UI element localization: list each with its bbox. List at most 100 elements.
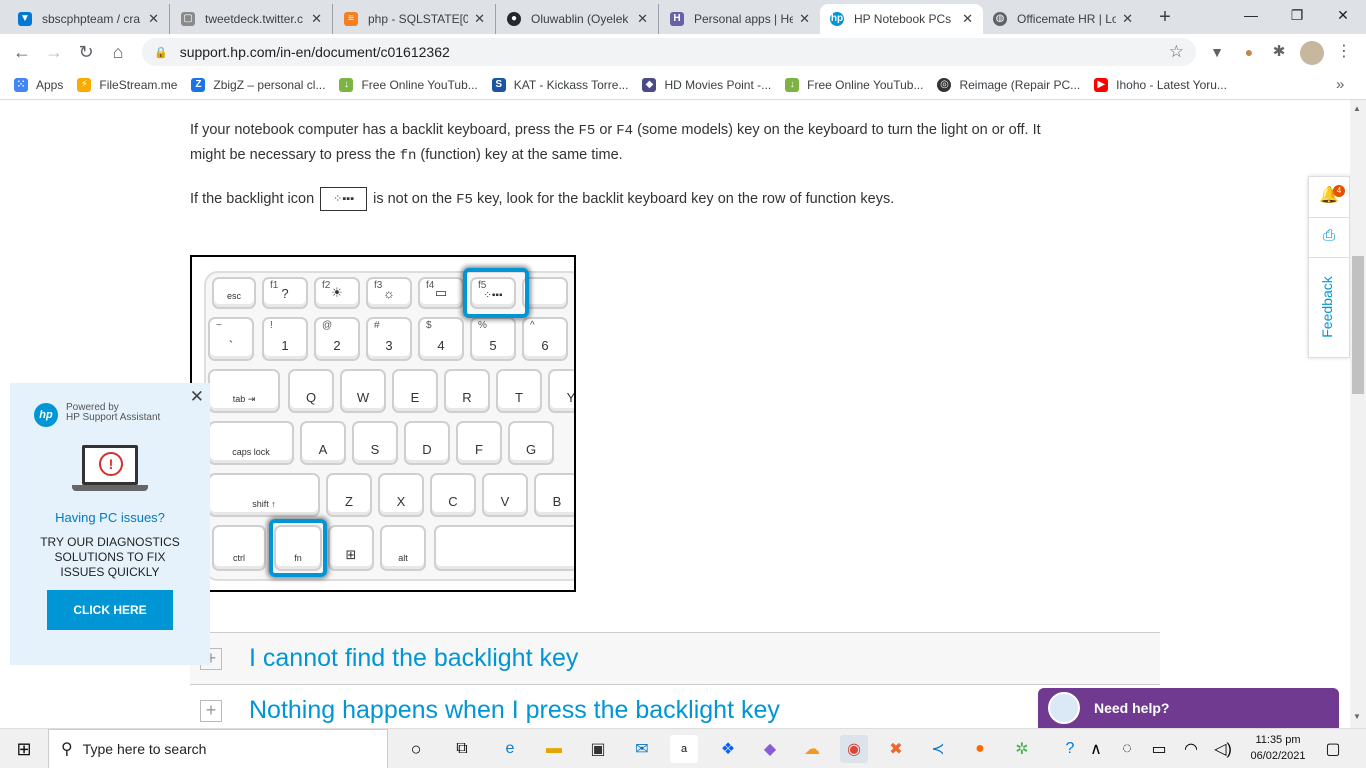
more-bookmarks-button[interactable]: » — [1336, 76, 1344, 93]
home-button[interactable]: ⌂ — [104, 38, 132, 66]
laptop-base-icon — [72, 485, 148, 491]
menu-kebab-icon[interactable]: ⋮ — [1336, 41, 1352, 63]
cookie-extension-icon[interactable]: ● — [1238, 41, 1260, 63]
key-f5-label: F5 — [578, 123, 596, 139]
tab-title: php - SQLSTATE[0( — [368, 12, 469, 26]
address-bar[interactable]: 🔒 support.hp.com/in-en/document/c0161236… — [142, 38, 1196, 66]
app-gear-icon[interactable]: ✲ — [1008, 735, 1036, 763]
task-view-icon[interactable]: ⧉ — [448, 735, 476, 763]
app-cloud-icon[interactable]: ☁ — [798, 735, 826, 763]
bookmark-star-icon[interactable]: ☆ — [1169, 42, 1184, 62]
notification-count-badge: 4 — [1333, 185, 1345, 197]
close-tab-icon[interactable]: ✕ — [799, 11, 810, 27]
tweetdeck-icon: ▢ — [181, 12, 195, 26]
scrollbar-thumb[interactable] — [1352, 256, 1364, 394]
extension-vpn-icon[interactable]: ▼ — [1206, 41, 1228, 63]
edge-icon[interactable]: e — [496, 735, 524, 763]
extensions-puzzle-icon[interactable]: ✱ — [1268, 41, 1290, 63]
taskbar-clock[interactable]: 11:35 pm 06/02/2021 — [1246, 732, 1310, 764]
tab-heroku[interactable]: H Personal apps | He ✕ — [660, 4, 820, 34]
need-help-label: Need help? — [1094, 700, 1170, 716]
battery-icon[interactable]: ▭ — [1148, 735, 1170, 763]
maximize-button[interactable]: ❐ — [1274, 0, 1320, 30]
close-tab-icon[interactable]: ✕ — [637, 11, 648, 27]
tab-hp-notebook-active[interactable]: hp HP Notebook PCs ✕ — [820, 4, 983, 34]
bookmark-kat[interactable]: S KAT - Kickass Torre... — [491, 77, 629, 92]
bookmark-filestream[interactable]: ⚡ FileStream.me — [77, 77, 177, 92]
close-popup-icon[interactable]: ✕ — [190, 387, 204, 407]
tab-strip: ▼ sbscphpteam / cra ✕ ▢ tweetdeck.twitte… — [0, 0, 1366, 34]
accordion-cannot-find-backlight[interactable]: + I cannot find the backlight key — [190, 632, 1160, 684]
store-icon[interactable]: ▣ — [584, 735, 612, 763]
new-tab-button[interactable]: + — [1152, 4, 1178, 30]
wifi-icon[interactable]: ◠ — [1180, 735, 1202, 763]
lock-icon: 🔒 — [154, 46, 168, 59]
key-d: D — [404, 421, 450, 465]
tab-sbscphpteam[interactable]: ▼ sbscphpteam / cra ✕ — [8, 4, 170, 34]
notifications-icon[interactable]: ▢ — [1320, 735, 1346, 763]
profile-avatar[interactable] — [1300, 41, 1324, 65]
xampp-icon[interactable]: ✖ — [882, 735, 910, 763]
bookmark-youtube-dl-2[interactable]: ↓ Free Online YouTub... — [785, 77, 924, 92]
app-diamond-icon[interactable]: ◆ — [756, 735, 784, 763]
close-tab-icon[interactable]: ✕ — [148, 11, 159, 27]
reimage-icon: ◎ — [937, 77, 952, 92]
back-button[interactable]: ← — [8, 38, 36, 66]
tray-chevron-up-icon[interactable]: ∧ — [1086, 735, 1106, 763]
azure-devops-icon: ▼ — [18, 12, 32, 26]
bookmark-label: KAT - Kickass Torre... — [513, 77, 629, 92]
bookmark-youtube-dl-1[interactable]: ↓ Free Online YouTub... — [339, 77, 478, 92]
windows-start-icon[interactable]: ⊞ — [10, 735, 38, 763]
tab-stackoverflow[interactable]: ≡ php - SQLSTATE[0( ✕ — [334, 4, 496, 34]
close-tab-icon[interactable]: ✕ — [1122, 11, 1133, 27]
bookmark-ihoho[interactable]: ▶ Ihoho - Latest Yoru... — [1094, 77, 1227, 92]
print-icon[interactable]: ⎙ — [1318, 225, 1340, 247]
taskbar-search-box[interactable]: ⚲ Type here to search — [48, 729, 388, 768]
bookmark-zbigz[interactable]: Z ZbigZ – personal cl... — [191, 77, 326, 92]
divider — [1309, 217, 1349, 218]
page-scrollbar[interactable]: ▲ ▼ — [1350, 100, 1366, 728]
feedback-tab[interactable]: Feedback — [1319, 265, 1339, 349]
close-tab-icon[interactable]: ✕ — [474, 11, 485, 27]
key-f3: f3 ☼ — [366, 277, 412, 309]
key-ctrl: ctrl — [212, 525, 266, 571]
bookmark-label: Free Online YouTub... — [807, 77, 924, 92]
scroll-up-arrow-icon[interactable]: ▲ — [1353, 104, 1361, 113]
key-f4-label: F4 — [616, 123, 634, 139]
scroll-down-arrow-icon[interactable]: ▼ — [1353, 712, 1361, 721]
chrome-icon[interactable]: ◉ — [840, 735, 868, 763]
close-tab-icon[interactable]: ✕ — [311, 11, 322, 27]
bookmark-label: ZbigZ – personal cl... — [213, 77, 326, 92]
close-tab-icon[interactable]: ✕ — [962, 11, 973, 27]
tab-officemate[interactable]: ◍ Officemate HR | Lo ✕ — [983, 4, 1143, 34]
support-assistant-popup: ✕ hp Powered by HP Support Assistant ! H… — [10, 383, 210, 665]
volume-icon[interactable]: ◁) — [1212, 735, 1234, 763]
tab-github[interactable]: ● Oluwablin (Oyelek ✕ — [497, 4, 659, 34]
bookmark-hdmovies[interactable]: ◆ HD Movies Point -... — [642, 77, 771, 92]
key-space — [434, 525, 574, 571]
youtube-icon: ▶ — [1094, 77, 1109, 92]
tray-app-icon[interactable]: ◌ — [1116, 735, 1138, 763]
key-g: G — [508, 421, 554, 465]
github-icon: ● — [507, 12, 521, 26]
postman-icon[interactable]: ● — [966, 735, 994, 763]
click-here-button[interactable]: CLICK HERE — [47, 590, 173, 630]
cortana-icon[interactable]: ○ — [402, 735, 430, 763]
help-tray-icon[interactable]: ? — [1056, 735, 1084, 763]
key-q: Q — [288, 369, 334, 413]
bookmark-apps[interactable]: ⁙ Apps — [14, 77, 63, 92]
vscode-icon[interactable]: ≺ — [924, 735, 952, 763]
laptop-screen-icon: ! — [82, 445, 138, 485]
need-help-chat[interactable]: Need help? — [1038, 688, 1339, 728]
url-text: support.hp.com/in-en/document/c01612362 — [179, 44, 450, 60]
dropbox-icon[interactable]: ❖ — [714, 735, 742, 763]
mail-icon[interactable]: ✉ — [628, 735, 656, 763]
bookmark-reimage[interactable]: ◎ Reimage (Repair PC... — [937, 77, 1080, 92]
tab-tweetdeck[interactable]: ▢ tweetdeck.twitter.c ✕ — [171, 4, 333, 34]
forward-button[interactable]: → — [40, 38, 68, 66]
amazon-icon[interactable]: a — [670, 735, 698, 763]
minimize-button[interactable]: — — [1228, 0, 1274, 30]
reload-button[interactable]: ↻ — [72, 38, 100, 66]
close-window-button[interactable]: ✕ — [1320, 0, 1366, 30]
file-explorer-icon[interactable]: ▬ — [540, 735, 568, 763]
